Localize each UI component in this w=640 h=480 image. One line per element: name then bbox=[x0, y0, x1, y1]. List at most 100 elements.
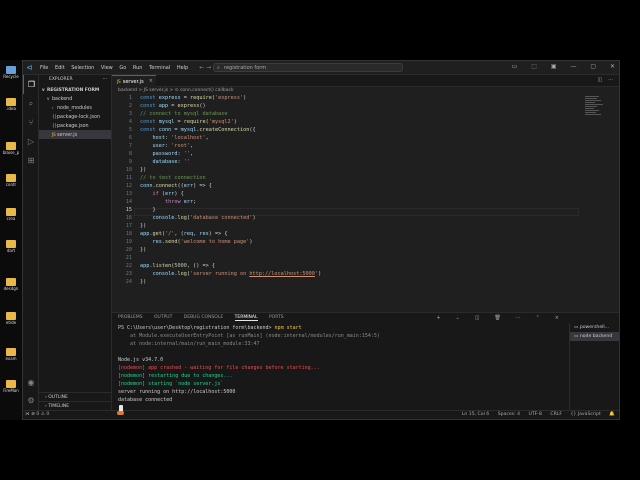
explorer-header: EXPLORER ··· bbox=[39, 75, 111, 85]
code-line: const conn = mysql.createConnection({ bbox=[140, 127, 256, 133]
maximize-panel-icon[interactable]: ⌃ bbox=[536, 315, 540, 321]
account-icon[interactable]: ◉ bbox=[23, 373, 39, 392]
desktop-icon[interactable]: crea bbox=[2, 206, 20, 228]
desktop-icon[interactable]: contr bbox=[2, 172, 20, 194]
terminal-line: database connected bbox=[118, 397, 173, 403]
command-center-search[interactable]: ⌕ registration form bbox=[213, 63, 403, 72]
vscode-window: ⊲ File Edit Selection View Go Run Termin… bbox=[22, 60, 620, 420]
encoding[interactable]: UTF-8 bbox=[529, 412, 542, 417]
menu-edit[interactable]: Edit bbox=[55, 65, 65, 71]
editor-toolbar: ◫ ··· bbox=[591, 77, 613, 83]
close-icon[interactable]: × bbox=[555, 315, 559, 321]
menu-file[interactable]: File bbox=[40, 65, 48, 71]
menu-terminal[interactable]: Terminal bbox=[149, 65, 170, 71]
mouse-cursor-highlight bbox=[117, 411, 124, 415]
desktop-icon[interactable]: etide bbox=[2, 310, 20, 332]
code-line: }) bbox=[140, 247, 147, 253]
menu-run[interactable]: Run bbox=[133, 65, 143, 71]
bell-icon[interactable]: 🔔 bbox=[609, 412, 615, 417]
close-button[interactable]: ✕ bbox=[610, 63, 615, 70]
search-icon[interactable]: ⌕ bbox=[23, 94, 39, 113]
close-icon[interactable]: × bbox=[149, 76, 153, 87]
desktop-icon[interactable]: Recycle bbox=[2, 64, 20, 86]
search-icon: ⌕ bbox=[217, 65, 220, 71]
menu-view[interactable]: View bbox=[101, 65, 113, 71]
desktop-icon[interactable]: FireMan bbox=[2, 378, 20, 400]
indentation[interactable]: Spaces: 4 bbox=[498, 412, 520, 417]
desktop-icon[interactable]: dart bbox=[2, 238, 20, 260]
split-terminal-icon[interactable]: ◫ bbox=[475, 315, 480, 321]
more-icon[interactable]: ··· bbox=[516, 315, 521, 321]
terminal-line: [nodemon] starting `node server.js` bbox=[118, 381, 224, 387]
cursor-position[interactable]: Ln 15, Col 6 bbox=[462, 412, 489, 417]
terminal-line: PS C:\Users\user\Desktop\registration fo… bbox=[118, 325, 302, 331]
code-line: const mysql = require('mysql2') bbox=[140, 119, 237, 125]
line-ending[interactable]: CRLF bbox=[550, 412, 562, 417]
code-line: // connect to mysql database bbox=[140, 111, 228, 117]
language-mode[interactable]: {} JavaScript bbox=[570, 412, 600, 417]
menu-help[interactable]: Help bbox=[177, 65, 188, 71]
explorer-icon[interactable]: ❐ bbox=[23, 75, 39, 94]
code-editor[interactable]: 1 2 3 4 5 6 7 8 9 10 11 12 13 14 15 16 1… bbox=[112, 95, 619, 312]
tab-problems[interactable]: PROBLEMS bbox=[118, 315, 143, 320]
code-line: throw err; bbox=[165, 199, 197, 205]
activity-bar: ❐ ⌕ ⑂ ▷ ⊞ ◉ ⚙ bbox=[23, 75, 39, 410]
terminal-line: at node:internal/main/run_main_module:33… bbox=[118, 341, 260, 347]
menu-selection[interactable]: Selection bbox=[71, 65, 94, 71]
layout-icon[interactable]: ▭ bbox=[512, 63, 518, 70]
code-line: }) bbox=[140, 279, 147, 285]
terminal-output[interactable]: PS C:\Users\user\Desktop\registration fo… bbox=[118, 325, 561, 410]
minimap[interactable] bbox=[585, 95, 605, 135]
search-text: registration form bbox=[224, 65, 267, 71]
tab-terminal[interactable]: TERMINAL bbox=[234, 315, 258, 321]
layout-icon[interactable]: ▣ bbox=[551, 63, 557, 70]
terminal-item-node[interactable]: ▭ node backend bbox=[570, 332, 619, 341]
chevron-down-icon[interactable]: ⌄ bbox=[456, 315, 460, 321]
code-line: conn.connect((err) => { bbox=[140, 183, 212, 189]
extensions-icon[interactable]: ⊞ bbox=[23, 151, 39, 170]
panel-toolbar: + ⌄ ◫ 🗑 ··· ⌃ × bbox=[431, 313, 569, 323]
tree-item-package-json[interactable]: {}package.json bbox=[39, 121, 111, 130]
tab-server-js[interactable]: JS server.js × bbox=[112, 75, 156, 87]
nav-arrows[interactable]: ← → bbox=[199, 64, 211, 71]
code-line: host: 'localhost', bbox=[152, 135, 209, 141]
minimize-button[interactable]: — bbox=[570, 63, 576, 70]
tree-item-backend[interactable]: v backend bbox=[39, 94, 111, 103]
vscode-logo-icon: ⊲ bbox=[26, 62, 33, 72]
more-icon[interactable]: ··· bbox=[103, 75, 107, 85]
desktop-icon[interactable]: blaise_p bbox=[2, 140, 20, 162]
breadcrumb[interactable]: backend > JS server.js > ⊙ conn.connect(… bbox=[112, 87, 619, 95]
terminal-line: [nodemon] app crashed - waiting for file… bbox=[118, 365, 320, 371]
maximize-button[interactable]: ▢ bbox=[590, 63, 596, 70]
code-line: const express = require('express') bbox=[140, 95, 247, 101]
more-icon[interactable]: ··· bbox=[608, 77, 613, 83]
code-line: // to test connection bbox=[140, 175, 206, 181]
terminal-line: server running on http://localhost:5000 bbox=[118, 389, 236, 395]
desktop-icon[interactable]: exam bbox=[2, 346, 20, 368]
menu-go[interactable]: Go bbox=[119, 65, 126, 71]
menu-bar: File Edit Selection View Go Run Terminal… bbox=[40, 65, 193, 71]
code-line: database: '' bbox=[152, 159, 191, 165]
tree-item-node-modules[interactable]: › node_modules bbox=[39, 103, 111, 112]
add-terminal-icon[interactable]: + bbox=[436, 315, 440, 321]
outline-section[interactable]: › OUTLINE bbox=[39, 392, 111, 401]
tab-output[interactable]: OUTPUT bbox=[154, 315, 172, 320]
workspace-root[interactable]: v REGISTRATION FORM bbox=[39, 85, 111, 94]
tree-item-package-lock[interactable]: {}package-lock.json bbox=[39, 112, 111, 121]
tab-debug-console[interactable]: DEBUG CONSOLE bbox=[184, 315, 223, 320]
tree-item-server-js[interactable]: JSserver.js bbox=[39, 130, 111, 139]
tab-ports[interactable]: PORTS bbox=[269, 315, 284, 320]
code-line: app.get('/', (req, res) => { bbox=[140, 231, 228, 237]
status-right: Ln 15, Col 6 Spaces: 4 UTF-8 CRLF {} Jav… bbox=[455, 411, 615, 419]
timeline-section[interactable]: › TIMELINE bbox=[39, 401, 111, 410]
split-editor-icon[interactable]: ◫ bbox=[597, 77, 602, 83]
problems-count[interactable]: ⋊ ⊗ 0 ⚠ 0 bbox=[25, 411, 49, 419]
run-debug-icon[interactable]: ▷ bbox=[23, 132, 39, 151]
source-control-icon[interactable]: ⑂ bbox=[23, 113, 39, 132]
desktop-icon[interactable]: .idea bbox=[2, 96, 20, 118]
gear-icon[interactable]: ⚙ bbox=[23, 391, 39, 410]
trash-icon[interactable]: 🗑 bbox=[494, 315, 500, 321]
desktop-icon[interactable]: desdgn bbox=[2, 276, 20, 298]
terminal-item-powershell[interactable]: ▭ powershell... bbox=[570, 323, 619, 332]
layout-icon[interactable]: ⬚ bbox=[531, 63, 537, 70]
